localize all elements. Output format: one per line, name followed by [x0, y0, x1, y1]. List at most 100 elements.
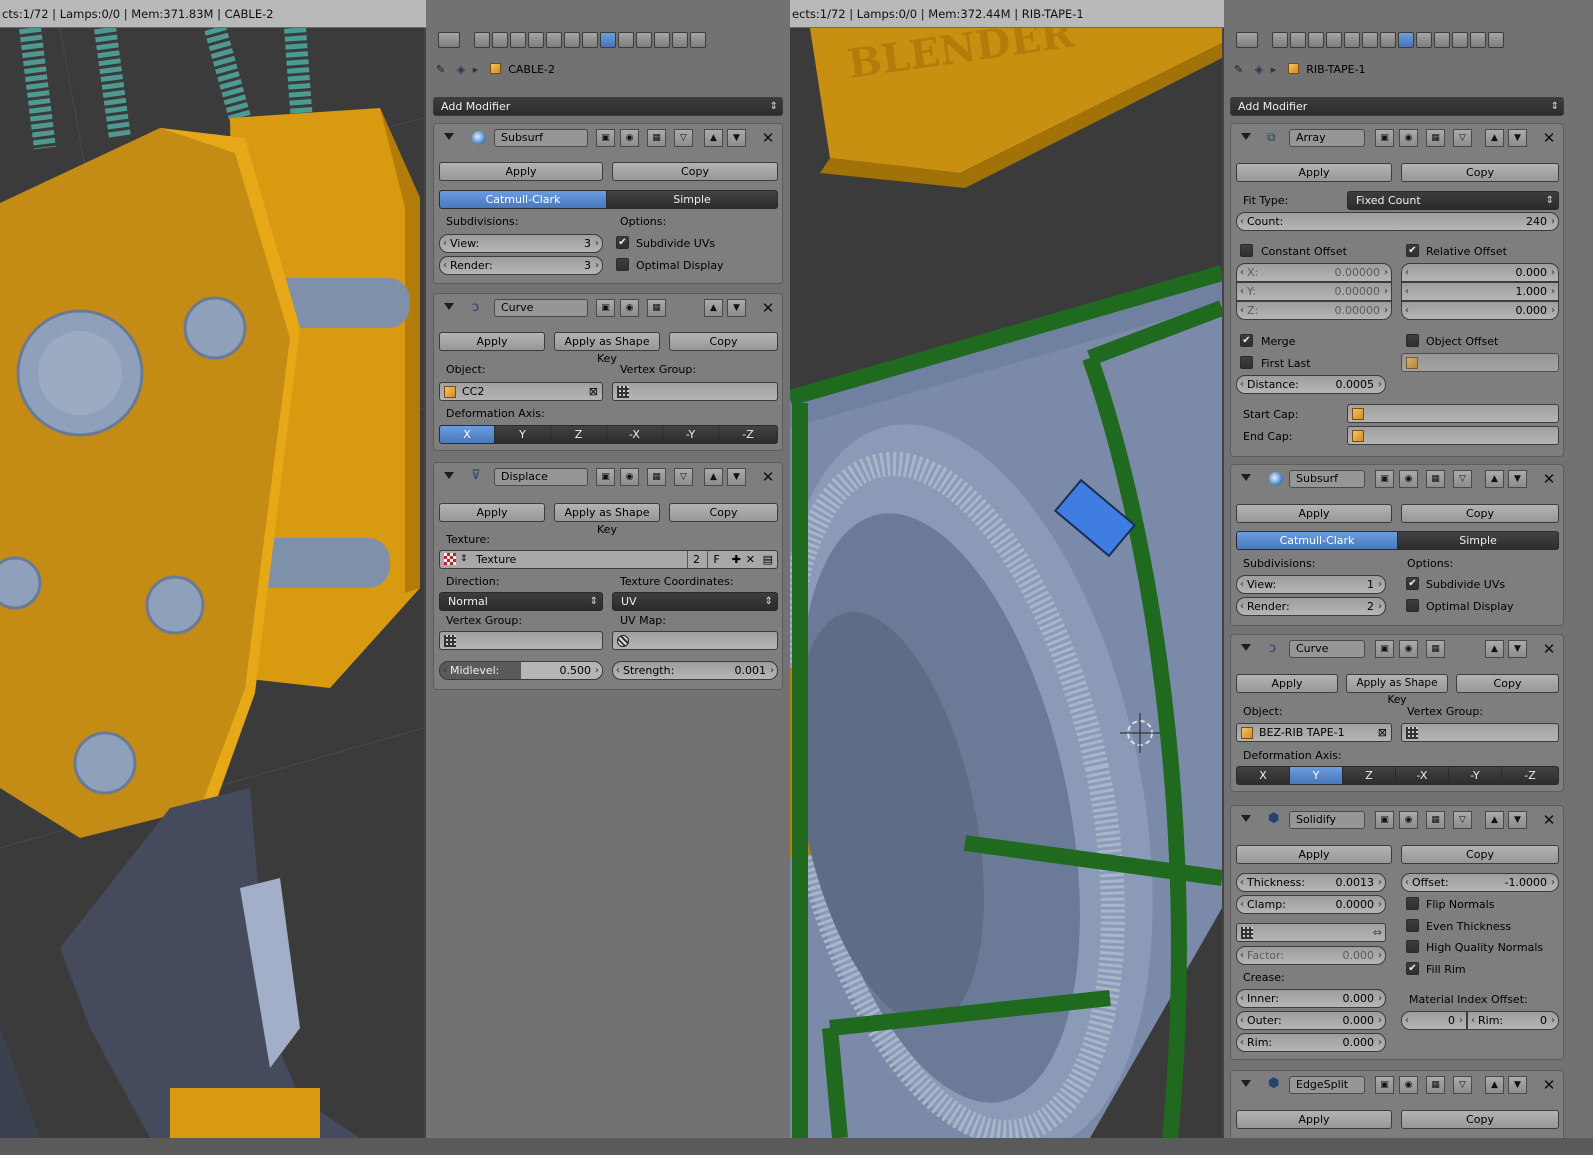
move-down-icon[interactable]: ▼ [727, 299, 746, 317]
remove-modifier-icon[interactable]: ✕ [1541, 640, 1557, 658]
copy-button[interactable]: Copy [1456, 674, 1559, 693]
render-levels-field[interactable]: Render: 3 [439, 256, 603, 275]
move-down-icon[interactable]: ▼ [1508, 129, 1527, 147]
modifier-name-field[interactable]: Array [1289, 129, 1365, 147]
vertex-group-field[interactable] [612, 382, 778, 401]
constraint-link-tab-icon[interactable] [582, 32, 598, 48]
crease-inner-field[interactable]: Inner: 0.000 [1236, 989, 1386, 1008]
editmode-toggle-icon[interactable]: ▦ [1426, 129, 1445, 147]
render-toggle-icon[interactable]: ▣ [1375, 129, 1394, 147]
axis-neg-z-option[interactable]: -Z [1501, 766, 1559, 785]
even-thickness-checkbox[interactable] [1406, 919, 1419, 932]
fit-type-dropdown[interactable]: Fixed Count [1347, 191, 1559, 210]
editmode-toggle-icon[interactable]: ▦ [1426, 640, 1445, 658]
move-up-icon[interactable]: ▲ [704, 468, 723, 486]
viewport-toggle-icon[interactable]: ◉ [1399, 811, 1418, 829]
crease-rim-field[interactable]: Rim: 0.000 [1236, 1033, 1386, 1052]
copy-button[interactable]: Copy [1401, 1110, 1559, 1129]
apply-button[interactable]: Apply [1236, 1110, 1392, 1129]
simple-option[interactable]: Simple [1397, 531, 1559, 550]
copy-button[interactable]: Copy [1401, 163, 1559, 182]
axis-neg-z-option[interactable]: -Z [718, 425, 778, 444]
vertex-group-field[interactable] [1401, 723, 1559, 742]
render-toggle-icon[interactable]: ▣ [596, 468, 615, 486]
render-toggle-icon[interactable]: ▣ [1375, 1076, 1394, 1094]
render-toggle-icon[interactable]: ▣ [1375, 470, 1394, 488]
modifier-name-field[interactable]: Subsurf [1289, 470, 1365, 488]
apply-button[interactable]: Apply [1236, 504, 1392, 523]
editmode-toggle-icon[interactable]: ▦ [1426, 1076, 1445, 1094]
modifier-name-field[interactable]: Solidify [1289, 811, 1365, 829]
remove-modifier-icon[interactable]: ✕ [1541, 129, 1557, 147]
viewport-toggle-icon[interactable]: ◉ [1399, 1076, 1418, 1094]
remove-modifier-icon[interactable]: ✕ [1541, 470, 1557, 488]
start-cap-field[interactable] [1347, 404, 1559, 423]
modifier-name-field[interactable]: Subsurf [494, 129, 588, 147]
move-down-icon[interactable]: ▼ [1508, 470, 1527, 488]
clamp-field[interactable]: Clamp: 0.0000 [1236, 895, 1386, 914]
axis-y-option[interactable]: Y [1289, 766, 1343, 785]
apply-button[interactable]: Apply [1236, 845, 1392, 864]
relative-z-field[interactable]: 0.000 [1401, 301, 1559, 320]
world-tab-icon[interactable] [1326, 32, 1342, 48]
collapse-triangle-icon[interactable] [444, 472, 454, 479]
add-modifier-dropdown[interactable]: Add Modifier [433, 97, 783, 116]
constraints-tab-icon[interactable] [564, 32, 580, 48]
apply-as-shape-key-button[interactable]: Apply as Shape Key [554, 332, 660, 365]
axis-z-option[interactable]: Z [550, 425, 607, 444]
scene-tab-icon[interactable] [1308, 32, 1324, 48]
collapse-triangle-icon[interactable] [1241, 815, 1251, 822]
modifiers-tab-icon[interactable] [1398, 32, 1414, 48]
thickness-field[interactable]: Thickness: 0.0013 [1236, 873, 1386, 892]
texture-users-count[interactable]: 2 [687, 551, 705, 568]
cage-toggle-icon[interactable]: ▽ [1453, 811, 1472, 829]
subdivide-uvs-checkbox[interactable]: ✔ [616, 236, 629, 249]
offset-object-field[interactable] [1401, 353, 1559, 372]
cage-toggle-icon[interactable]: ▽ [674, 468, 693, 486]
new-texture-icon[interactable]: ✚ [732, 551, 741, 568]
clear-x-icon[interactable]: ⊠ [1378, 724, 1387, 741]
curve-object-field[interactable]: BEZ-RIB TAPE-1 ⊠ [1236, 723, 1392, 742]
crease-outer-field[interactable]: Outer: 0.000 [1236, 1011, 1386, 1030]
physics-tab-icon[interactable] [1488, 32, 1504, 48]
collapse-triangle-icon[interactable] [1241, 133, 1251, 140]
axis-neg-y-option[interactable]: -Y [1448, 766, 1502, 785]
catmull-clark-option[interactable]: Catmull-Clark [1236, 531, 1398, 550]
editmode-toggle-icon[interactable]: ▦ [647, 299, 666, 317]
view-levels-field[interactable]: View: 1 [1236, 575, 1386, 594]
copy-button[interactable]: Copy [669, 503, 778, 522]
move-up-icon[interactable]: ▲ [1485, 129, 1504, 147]
apply-button[interactable]: Apply [1236, 163, 1392, 182]
move-down-icon[interactable]: ▼ [1508, 811, 1527, 829]
remove-modifier-icon[interactable]: ✕ [1541, 811, 1557, 829]
relative-offset-checkbox[interactable]: ✔ [1406, 244, 1419, 257]
cage-toggle-icon[interactable]: ▽ [1453, 129, 1472, 147]
object-tab-icon[interactable] [1344, 32, 1360, 48]
axis-y-option[interactable]: Y [494, 425, 551, 444]
view-levels-field[interactable]: View: 3 [439, 234, 603, 253]
fake-user-toggle[interactable]: F [707, 551, 725, 568]
collapse-triangle-icon[interactable] [1241, 1080, 1251, 1087]
pin-icon[interactable]: ✎ [1234, 63, 1243, 76]
viewport-toggle-icon[interactable]: ◉ [620, 299, 639, 317]
physics-tab-icon[interactable] [690, 32, 706, 48]
render-toggle-icon[interactable]: ▣ [596, 299, 615, 317]
cage-toggle-icon[interactable]: ▽ [1453, 470, 1472, 488]
constant-offset-checkbox[interactable] [1240, 244, 1253, 257]
invert-vgroup-icon[interactable]: ⇔ [1373, 924, 1382, 941]
texture-checker-icon[interactable] [444, 553, 456, 565]
editmode-toggle-icon[interactable]: ▦ [647, 129, 666, 147]
count-field[interactable]: Count: 240 [1236, 212, 1559, 231]
apply-button[interactable]: Apply [1236, 674, 1338, 693]
midlevel-slider[interactable]: Midlevel: 0.500 [439, 661, 603, 680]
move-down-icon[interactable]: ▼ [727, 468, 746, 486]
data-tab-icon[interactable] [618, 32, 634, 48]
axis-x-option[interactable]: X [1236, 766, 1290, 785]
material-tab-icon[interactable] [636, 32, 652, 48]
axis-neg-y-option[interactable]: -Y [662, 425, 719, 444]
uv-map-field[interactable] [612, 631, 778, 650]
right-3d-viewport[interactable]: BLENDER [790, 28, 1222, 1138]
editor-type-icon[interactable] [1236, 32, 1258, 48]
viewport-toggle-icon[interactable]: ◉ [620, 129, 639, 147]
simple-option[interactable]: Simple [606, 190, 778, 209]
